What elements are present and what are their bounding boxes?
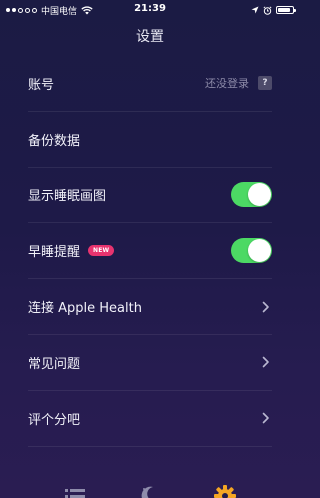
toggle-knob (248, 239, 271, 263)
location-arrow-icon (251, 6, 259, 14)
alarm-clock-icon (263, 5, 272, 15)
login-status[interactable]: 还没登录 (205, 75, 249, 91)
status-bar: 中国电信 21:39 (0, 0, 300, 20)
show-sleep-chart-right (231, 168, 272, 223)
chevron-right-icon (260, 356, 272, 368)
tab-settings[interactable] (213, 484, 237, 498)
battery-level (278, 8, 290, 12)
faq-label: 常见问题 (28, 356, 81, 372)
chevron-right-icon (260, 301, 272, 313)
show-sleep-chart-row: 显示睡眠画图 (28, 168, 272, 224)
help-icon[interactable]: ? (258, 76, 272, 91)
early-sleep-reminder-label-group: 早睡提醒 NEW (28, 241, 115, 261)
toggle-knob (248, 183, 271, 207)
account-label: 账号 (28, 77, 55, 93)
early-sleep-reminder-toggle[interactable] (231, 238, 272, 264)
tab-sleep[interactable] (138, 484, 162, 498)
account-row[interactable]: 账号 还没登录 ? (28, 56, 272, 112)
faq-row[interactable]: 常见问题 (28, 335, 272, 391)
apple-health-row[interactable]: 连接 Apple Health (28, 279, 272, 335)
tab-bar (0, 484, 300, 498)
tab-list[interactable] (63, 484, 87, 498)
faq-right (260, 335, 272, 390)
status-right (251, 3, 296, 17)
battery-icon (276, 6, 296, 14)
backup-data-row[interactable]: 备份数据 (28, 112, 272, 168)
show-sleep-chart-toggle[interactable] (231, 182, 272, 208)
rate-app-row[interactable]: 评个分吧 (28, 391, 272, 447)
early-sleep-reminder-label: 早睡提醒 (28, 245, 81, 261)
gear-icon (214, 485, 236, 498)
apple-health-label: 连接 Apple Health (28, 301, 142, 317)
rate-app-right (260, 391, 272, 446)
rate-app-label: 评个分吧 (28, 412, 81, 428)
backup-data-label: 备份数据 (28, 133, 81, 149)
new-badge: NEW (88, 245, 115, 257)
list-icon (65, 489, 85, 498)
moon-icon (141, 486, 153, 498)
page-title: 设置 (136, 29, 164, 45)
early-sleep-reminder-row: 早睡提醒 NEW (28, 223, 272, 280)
early-sleep-reminder-right (231, 223, 272, 278)
account-right: 还没登录 ? (205, 56, 272, 111)
apple-health-right (260, 279, 272, 334)
show-sleep-chart-label: 显示睡眠画图 (28, 189, 107, 205)
settings-list: 账号 还没登录 ? 备份数据 显示睡眠画图 早睡提醒 NEW 连接 Apple … (0, 56, 300, 447)
chevron-right-icon (260, 412, 272, 424)
